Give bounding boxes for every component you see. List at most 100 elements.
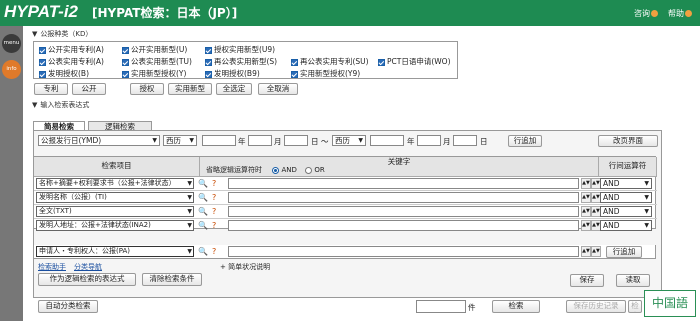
- search-icon[interactable]: 🔍: [198, 193, 208, 202]
- row-operator-select[interactable]: AND ▼: [600, 206, 652, 217]
- language-badge[interactable]: 中国語: [644, 290, 696, 317]
- pub-checkbox[interactable]: 再公表实用新型(S): [205, 56, 277, 67]
- clear-conditions-button[interactable]: 清除检索条件: [142, 273, 202, 286]
- radio-or[interactable]: OR: [305, 166, 325, 174]
- search-assistant-link[interactable]: 检索助手: [38, 262, 66, 272]
- search-icon[interactable]: 🔍: [198, 179, 208, 188]
- row-operator-select[interactable]: AND ▼: [600, 178, 652, 189]
- search-icon[interactable]: 🔍: [198, 221, 208, 230]
- month-from-input[interactable]: [248, 135, 272, 146]
- keyword-table: 检索项目 关键字 省略逻辑运算符时 AND OR 行间运算符 名称+摘要+权利要…: [33, 156, 657, 231]
- info-icon[interactable]: info: [2, 60, 21, 79]
- up-down-arrow-icon[interactable]: ▲▼: [591, 246, 601, 257]
- month-label: 月: [274, 137, 282, 146]
- pub-checkbox[interactable]: 实用新型授权(Y9): [291, 68, 360, 79]
- default-operator-label: 省略逻辑运算符时: [206, 166, 262, 174]
- radio-selected-icon: [272, 166, 280, 174]
- keyword-input[interactable]: [228, 220, 579, 231]
- radio-empty-icon: [305, 166, 313, 174]
- default-operator-row: 省略逻辑运算符时 AND OR: [200, 166, 598, 175]
- search-item-select[interactable]: 申请人・专利权人：公报(PA) ▼: [36, 246, 194, 257]
- year-to-input[interactable]: [370, 135, 404, 146]
- day-to-input[interactable]: [453, 135, 477, 146]
- history-search-button[interactable]: 检索: [628, 300, 642, 313]
- search-button[interactable]: 检索: [492, 300, 540, 313]
- search-icon[interactable]: 🔍: [198, 207, 208, 216]
- pub-checkbox[interactable]: 公表实用新型(TU): [122, 56, 192, 67]
- auto-classification-search-button[interactable]: 自动分类检索: [38, 300, 98, 313]
- pub-checkbox[interactable]: 实用新型授权(Y): [122, 68, 186, 79]
- pub-checkbox[interactable]: 发明授权(B9): [205, 68, 260, 79]
- search-item-select[interactable]: 发明名称（公报）(TI) ▼: [36, 192, 194, 203]
- month-to-input[interactable]: [417, 135, 441, 146]
- help-icon[interactable]: ?: [212, 179, 216, 188]
- row-add-button[interactable]: 行追加: [606, 246, 642, 258]
- select-publication-button[interactable]: 公开: [72, 83, 106, 95]
- table-row: 名称+摘要+权利要求书（公报+法律状态） ▼ 🔍 ? ▲▼ ▲▼ AND ▼: [34, 177, 657, 191]
- collapse-icon: ▼: [32, 101, 38, 109]
- up-down-arrow-icon[interactable]: ▲▼: [581, 192, 591, 203]
- pub-checkbox[interactable]: 公开实用新型(U): [122, 44, 187, 55]
- to-logic-expression-button[interactable]: 作为逻辑检索的表达式: [38, 273, 136, 286]
- era-select-from[interactable]: 西历 ▼: [163, 135, 197, 146]
- checkbox-icon: [291, 70, 298, 78]
- pub-checkbox[interactable]: 公开实用专利(A): [39, 44, 104, 55]
- date-field-select[interactable]: 公报发行日(YMD) ▼: [38, 135, 160, 146]
- pub-checkbox[interactable]: 发明授权(B): [39, 68, 89, 79]
- pub-kind-box: 公开实用专利(A) 公开实用新型(U) 授权实用新型(U9) 公表实用专利(A)…: [33, 41, 458, 79]
- collapse-icon: ▼: [32, 30, 38, 38]
- result-count-field: [416, 300, 466, 313]
- search-icon[interactable]: 🔍: [198, 247, 208, 256]
- keyword-input[interactable]: [228, 178, 579, 189]
- save-history-button[interactable]: 保存历史记录: [566, 300, 626, 313]
- help-icon: [685, 10, 692, 17]
- pub-checkbox[interactable]: 授权实用新型(U9): [205, 44, 275, 55]
- chevron-down-icon: ▼: [187, 179, 192, 188]
- input-section-title[interactable]: ▼ 输入检索表达式: [32, 100, 89, 110]
- help-icon[interactable]: ?: [212, 207, 216, 216]
- date-add-row-button[interactable]: 行追加: [508, 135, 542, 147]
- pub-checkbox[interactable]: PCT日语申请(WO): [378, 56, 451, 67]
- row-operator-select[interactable]: AND ▼: [600, 192, 652, 203]
- search-item-select[interactable]: 名称+摘要+权利要求书（公报+法律状态） ▼: [36, 178, 194, 189]
- help-icon[interactable]: ?: [212, 247, 216, 256]
- change-screen-button[interactable]: 改页界面: [598, 135, 658, 147]
- select-patent-button[interactable]: 专利: [34, 83, 68, 95]
- keyword-input[interactable]: [228, 206, 579, 217]
- help-icon[interactable]: ?: [212, 221, 216, 230]
- chevron-down-icon: ▼: [644, 180, 649, 187]
- keyword-header-label: 关键字: [387, 157, 411, 166]
- up-down-arrow-icon[interactable]: ▲▼: [581, 246, 591, 257]
- keyword-input[interactable]: [228, 246, 579, 257]
- search-item-select[interactable]: 发明人地址：公报+法律状态(INA2) ▼: [36, 220, 194, 231]
- chevron-down-icon: ▼: [152, 137, 157, 144]
- read-button[interactable]: 读取: [616, 274, 650, 287]
- pub-checkbox[interactable]: 公表实用专利(A): [39, 56, 104, 67]
- radio-and[interactable]: AND: [272, 166, 297, 174]
- select-all-button[interactable]: 全选定: [216, 83, 252, 95]
- simple-status-note: + 简单状况说明: [220, 263, 271, 271]
- pub-section-title[interactable]: ▼ 公报种类（KD）: [32, 29, 92, 39]
- chevron-down-icon: ▼: [189, 137, 194, 144]
- select-grant-button[interactable]: 授权: [130, 83, 164, 95]
- checkbox-icon: [205, 70, 212, 78]
- up-down-arrow-icon[interactable]: ▲▼: [581, 206, 591, 217]
- up-down-arrow-icon[interactable]: ▲▼: [581, 220, 591, 231]
- consult-link[interactable]: 咨询: [634, 8, 658, 19]
- pub-checkbox[interactable]: 再公表实用专利(SU): [291, 56, 369, 67]
- era-select-to[interactable]: 西历 ▼: [332, 135, 366, 146]
- keyword-input[interactable]: [228, 192, 579, 203]
- class-navigation-link[interactable]: 分类导航: [74, 262, 102, 272]
- year-from-input[interactable]: [202, 135, 236, 146]
- menu-icon[interactable]: menu: [2, 34, 21, 53]
- help-link[interactable]: 帮助: [668, 8, 692, 19]
- up-down-arrow-icon[interactable]: ▲▼: [581, 178, 591, 189]
- table-row: 发明人地址：公报+法律状态(INA2) ▼ 🔍 ? ▲▼ ▲▼ AND ▼: [34, 219, 657, 233]
- day-from-input[interactable]: [284, 135, 308, 146]
- search-item-select[interactable]: 全文(TXT) ▼: [36, 206, 194, 217]
- save-button[interactable]: 保存: [570, 274, 604, 287]
- help-icon[interactable]: ?: [212, 193, 216, 202]
- clear-all-button[interactable]: 全取消: [258, 83, 298, 95]
- select-utility-button[interactable]: 实用新型: [168, 83, 212, 95]
- row-operator-select[interactable]: AND ▼: [600, 220, 652, 231]
